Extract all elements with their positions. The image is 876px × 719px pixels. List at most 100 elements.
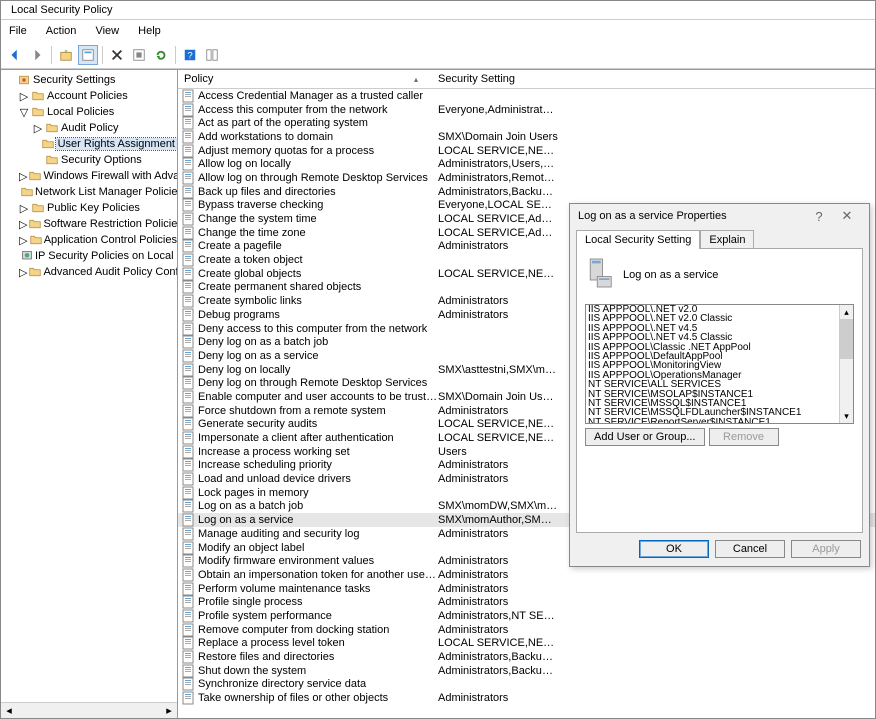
policy-name: Increase a process working set (198, 446, 438, 458)
policy-row[interactable]: Profile single processAdministrators (178, 595, 875, 609)
dialog-footer: OK Cancel Apply (570, 540, 869, 566)
expand-icon[interactable]: ▷ (19, 234, 28, 247)
expand-icon[interactable]: ▽ (19, 106, 29, 119)
policy-row[interactable]: Synchronize directory service data (178, 678, 875, 692)
dialog-close-button[interactable]: ✕ (833, 208, 861, 224)
back-button[interactable] (5, 45, 25, 65)
policy-row[interactable]: Obtain an impersonation token for anothe… (178, 568, 875, 582)
vertical-scrollbar[interactable]: ▴ ▾ (839, 305, 853, 423)
tree-item[interactable]: User Rights Assignment (1, 136, 177, 152)
toolbar: ? (1, 42, 875, 69)
policy-icon (182, 376, 196, 390)
up-button[interactable] (56, 45, 76, 65)
delete-button[interactable] (107, 45, 127, 65)
ok-button[interactable]: OK (639, 540, 709, 558)
menu-view[interactable]: View (87, 22, 127, 40)
column-policy[interactable]: Policy ▴ (178, 70, 432, 88)
scroll-track[interactable] (840, 359, 853, 409)
policy-name: Restore files and directories (198, 651, 438, 663)
scroll-up-icon[interactable]: ▴ (840, 305, 853, 319)
policy-setting: Everyone,LOCAL SERVIC... (438, 199, 558, 211)
expand-icon[interactable]: ▷ (19, 218, 27, 231)
policy-row[interactable]: Allow log on through Remote Desktop Serv… (178, 171, 875, 185)
scroll-thumb[interactable] (840, 319, 853, 359)
separator (102, 46, 103, 64)
policy-row[interactable]: Profile system performanceAdministrators… (178, 609, 875, 623)
scroll-left-icon[interactable]: ◂ (1, 703, 17, 718)
policy-icon (182, 431, 196, 445)
list-header: Policy ▴ Security Setting (178, 70, 875, 89)
expand-icon[interactable]: ▷ (33, 122, 43, 135)
list-item[interactable]: NT SERVICE\ReportServer$INSTANCE1 (586, 418, 839, 423)
tree-item[interactable]: ▷Application Control Policies (1, 232, 177, 248)
policy-row[interactable]: Act as part of the operating system (178, 116, 875, 130)
policy-setting: Administrators (438, 528, 558, 540)
expand-icon[interactable]: ▷ (19, 202, 29, 215)
policy-setting: LOCAL SERVICE,NETWO... (438, 418, 558, 430)
policy-row[interactable]: Replace a process level tokenLOCAL SERVI… (178, 637, 875, 651)
separator (175, 46, 176, 64)
policy-row[interactable]: Perform volume maintenance tasksAdminist… (178, 582, 875, 596)
tree-root[interactable]: Security Settings (1, 72, 177, 88)
dialog-help-button[interactable]: ? (805, 209, 833, 224)
policy-row[interactable]: Adjust memory quotas for a processLOCAL … (178, 144, 875, 158)
policy-row[interactable]: Access Credential Manager as a trusted c… (178, 89, 875, 103)
sort-asc-icon: ▴ (414, 75, 418, 84)
policy-row[interactable]: Shut down the systemAdministrators,Backu… (178, 664, 875, 678)
remove-button[interactable]: Remove (709, 428, 779, 446)
scroll-track[interactable] (17, 703, 161, 718)
tree-item[interactable]: ▷Audit Policy (1, 120, 177, 136)
tab-local-security-setting[interactable]: Local Security Setting (576, 230, 700, 249)
properties-button[interactable] (78, 45, 98, 65)
policy-icon (182, 650, 196, 664)
tab-explain[interactable]: Explain (700, 230, 754, 249)
tree-item[interactable]: ▷Account Policies (1, 88, 177, 104)
expand-icon[interactable]: ▷ (19, 266, 27, 279)
refresh-button[interactable] (151, 45, 171, 65)
policy-name: Create a pagefile (198, 240, 438, 252)
tree-item[interactable]: ▷Advanced Audit Policy Configuration (1, 264, 177, 280)
policy-row[interactable]: Remove computer from docking stationAdmi… (178, 623, 875, 637)
add-user-group-button[interactable]: Add User or Group... (585, 428, 705, 446)
policy-row[interactable]: Back up files and directoriesAdministrat… (178, 185, 875, 199)
members-listbox[interactable]: IIS APPPOOL\.NET v2.0IIS APPPOOL\.NET v2… (585, 304, 854, 424)
policy-row[interactable]: Add workstations to domainSMX\Domain Joi… (178, 130, 875, 144)
tree-item[interactable]: ▽Local Policies (1, 104, 177, 120)
policy-setting: SMX\momAuthor,SMX\... (438, 514, 558, 526)
menu-action[interactable]: Action (38, 22, 85, 40)
scroll-right-icon[interactable]: ▸ (161, 703, 177, 718)
policy-name-label: Log on as a service (623, 269, 718, 281)
policy-icon (182, 212, 196, 226)
policy-setting: Administrators,Backup ... (438, 186, 558, 198)
policy-setting: SMX\momDW,SMX\mo... (438, 500, 558, 512)
show-hide-button[interactable] (202, 45, 222, 65)
export-button[interactable] (129, 45, 149, 65)
folder-icon (29, 169, 41, 183)
help-button[interactable]: ? (180, 45, 200, 65)
policy-row[interactable]: Restore files and directoriesAdministrat… (178, 650, 875, 664)
menu-help[interactable]: Help (130, 22, 169, 40)
column-setting[interactable]: Security Setting (432, 70, 875, 88)
policy-name: Enable computer and user accounts to be … (198, 391, 438, 403)
tree-item[interactable]: Network List Manager Policies (1, 184, 177, 200)
expand-icon[interactable]: ▷ (19, 170, 27, 183)
expand-icon[interactable]: ▷ (19, 90, 29, 103)
forward-button[interactable] (27, 45, 47, 65)
policy-icon (182, 294, 196, 308)
tree-item[interactable]: ▷Windows Firewall with Advanced Sec (1, 168, 177, 184)
scroll-down-icon[interactable]: ▾ (840, 409, 853, 423)
tree-item[interactable]: IP Security Policies on Local Compute (1, 248, 177, 264)
apply-button[interactable]: Apply (791, 540, 861, 558)
tree-item[interactable]: ▷Public Key Policies (1, 200, 177, 216)
policy-row[interactable]: Allow log on locallyAdministrators,Users… (178, 157, 875, 171)
horizontal-scrollbar[interactable]: ◂ ▸ (1, 702, 177, 718)
tree-item[interactable]: Security Options (1, 152, 177, 168)
tree[interactable]: Security Settings▷Account Policies▽Local… (1, 70, 177, 702)
policy-icon (182, 609, 196, 623)
tree-item[interactable]: ▷Software Restriction Policies (1, 216, 177, 232)
policy-icon (182, 308, 196, 322)
policy-row[interactable]: Take ownership of files or other objects… (178, 691, 875, 705)
cancel-button[interactable]: Cancel (715, 540, 785, 558)
policy-row[interactable]: Access this computer from the networkEve… (178, 103, 875, 117)
menu-file[interactable]: File (1, 22, 35, 40)
